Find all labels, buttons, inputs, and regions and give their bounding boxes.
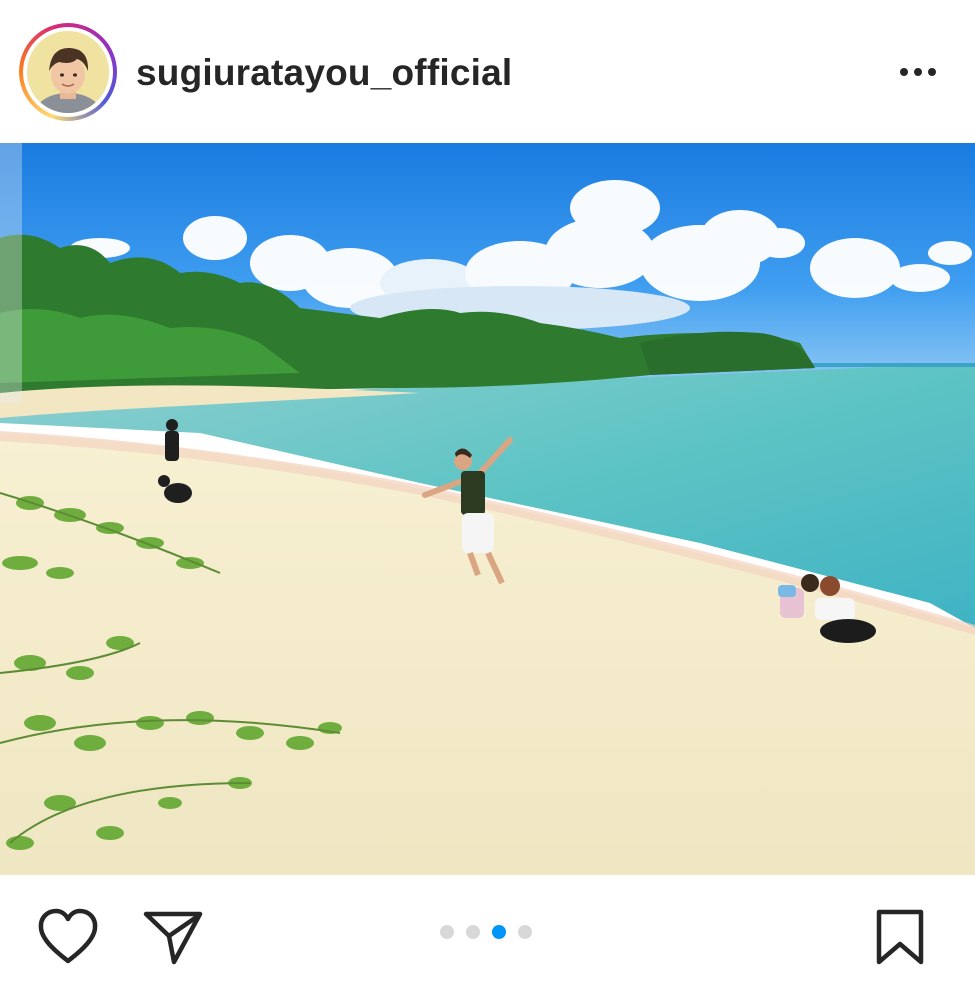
paper-plane-icon xyxy=(143,911,203,965)
post-header: sugiuratayou_official xyxy=(0,0,975,143)
username[interactable]: sugiuratayou_official xyxy=(136,52,512,94)
beach-scene-image xyxy=(0,143,975,875)
carousel-dot[interactable] xyxy=(440,925,454,939)
carousel-dot[interactable] xyxy=(466,925,480,939)
more-horizontal-icon xyxy=(900,68,936,76)
bookmark-icon xyxy=(876,909,924,965)
save-button[interactable] xyxy=(873,908,927,968)
carousel-indicator xyxy=(440,925,540,941)
carousel-dot-active[interactable] xyxy=(492,925,506,939)
more-options-button[interactable] xyxy=(895,58,943,88)
carousel-dot[interactable] xyxy=(518,925,532,939)
avatar[interactable] xyxy=(27,31,109,113)
story-ring[interactable] xyxy=(19,23,117,121)
post-photo[interactable] xyxy=(0,143,975,875)
share-button[interactable] xyxy=(142,908,204,968)
profile-avatar-image xyxy=(27,31,109,113)
like-button[interactable] xyxy=(36,907,100,967)
heart-icon xyxy=(38,908,98,964)
